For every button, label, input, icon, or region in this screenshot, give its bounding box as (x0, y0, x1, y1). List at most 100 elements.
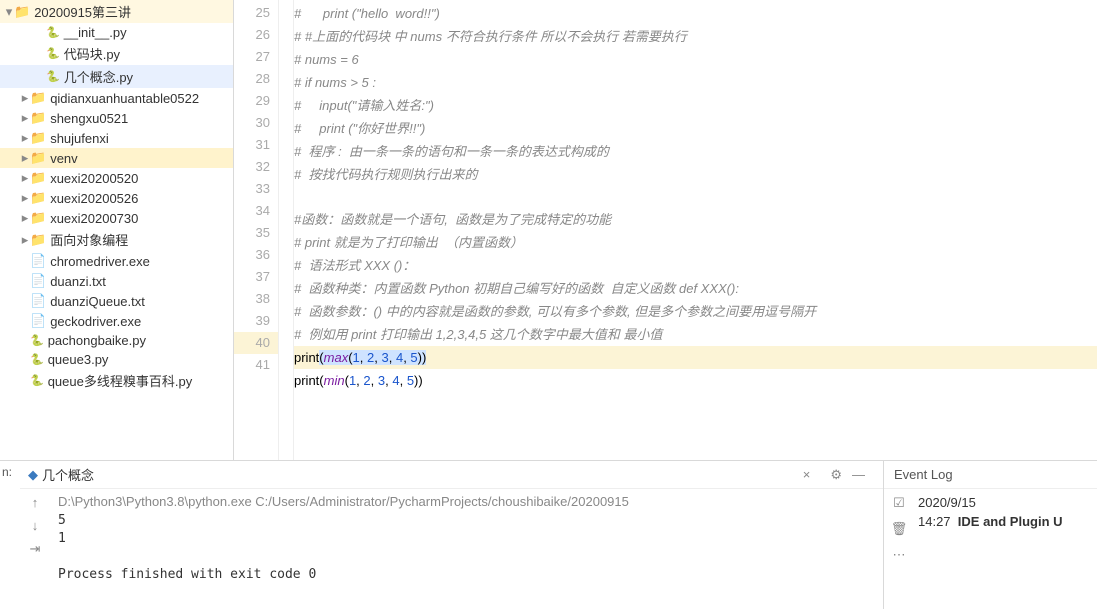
tree-label: 面向对象编程 (50, 230, 128, 249)
tree-label: xuexi20200730 (50, 211, 138, 226)
code-line[interactable]: # #上面的代码块 中 nums 不符合执行条件 所以不会执行 若需要执行 (294, 25, 1097, 48)
code-line[interactable]: # print ("你好世界!!") (294, 117, 1097, 140)
code-editor[interactable]: 2526272829303132333435363738394041 # pri… (234, 0, 1097, 460)
code-line[interactable]: #函数：函数就是一个语句, 函数是为了完成特定的功能 (294, 208, 1097, 231)
chevron-right-icon: ▸ (20, 130, 30, 146)
code-line[interactable]: # 函数参数：() 中的内容就是函数的参数, 可以有多个参数, 但是多个参数之间… (294, 300, 1097, 323)
tree-folder[interactable]: ▸📁xuexi20200730 (0, 208, 233, 228)
folder-icon: 📁 (30, 170, 46, 186)
run-toolbar: ↑ ↓ ⇥ (20, 489, 50, 609)
code-area[interactable]: # print ("hello word!!")# #上面的代码块 中 nums… (294, 0, 1097, 460)
tree-label: venv (50, 151, 77, 166)
code-line[interactable]: # input("请输入姓名:") (294, 94, 1097, 117)
tree-file[interactable]: 📄geckodriver.exe (0, 311, 233, 331)
event-log-content: 2020/9/15 14:27 IDE and Plugin U (914, 489, 1097, 609)
tree-label: qidianxuanhuantable0522 (50, 91, 199, 106)
tree-file[interactable]: 🐍几个概念.py (0, 65, 233, 88)
tree-file[interactable]: 📄chromedriver.exe (0, 251, 233, 271)
file-icon: 📄 (30, 273, 46, 289)
code-line[interactable]: # print 就是为了打印输出 （内置函数） (294, 231, 1097, 254)
code-line[interactable]: # 例如用 print 打印输出 1,2,3,4,5 这几个数字中最大值和 最小… (294, 323, 1097, 346)
event-toolbar: ☑ 🗑 ⋯ (884, 489, 914, 609)
python-file-icon: 🐍 (30, 353, 44, 366)
chevron-right-icon: ▸ (20, 150, 30, 166)
more-icon[interactable]: ⋯ (893, 547, 906, 563)
tree-label: queue3.py (48, 352, 109, 367)
trash-icon[interactable]: 🗑 (891, 521, 908, 537)
run-tab-bar: ◆ 几个概念 × ⚙ — (20, 461, 883, 489)
tree-folder[interactable]: ▸📁 shengxu0521 (0, 108, 233, 128)
tree-file[interactable]: 📄 duanzi.txt (0, 271, 233, 291)
code-line[interactable]: # 函数种类：内置函数 Python 初期自己编写好的函数 自定义函数 def … (294, 277, 1097, 300)
event-date: 2020/9/15 (918, 495, 1093, 510)
event-log-title: Event Log (884, 461, 1097, 489)
event-time: 14:27 (918, 514, 951, 529)
python-file-icon: 🐍 (30, 334, 44, 347)
console-output[interactable]: D:\Python3\Python3.8\python.exe C:/Users… (50, 489, 883, 609)
tree-file[interactable]: 🐍 queue3.py (0, 350, 233, 369)
tree-folder[interactable]: ▸📁 qidianxuanhuantable0522 (0, 88, 233, 108)
python-icon: ◆ (28, 467, 38, 483)
code-line[interactable]: # 程序 : 由一条一条的语句和一条一条的表达式构成的 (294, 140, 1097, 163)
chevron-right-icon: ▸ (20, 190, 30, 206)
tree-label: xuexi20200520 (50, 171, 138, 186)
tree-folder[interactable]: ▸📁面向对象编程 (0, 228, 233, 251)
folder-icon: 📁 (30, 232, 46, 248)
code-line[interactable] (294, 186, 1097, 208)
tree-label: 几个概念.py (64, 67, 133, 86)
tree-label: shengxu0521 (50, 111, 128, 126)
python-file-icon: 🐍 (46, 47, 60, 60)
tree-label: duanzi.txt (50, 274, 106, 289)
minimize-icon[interactable]: — (852, 467, 865, 482)
chevron-right-icon: ▸ (20, 170, 30, 186)
tree-label: pachongbaike.py (48, 333, 146, 348)
folder-icon: 📁 (30, 110, 46, 126)
tree-file[interactable]: 🐍queue多线程糗事百科.py (0, 369, 233, 392)
overflow-icon[interactable]: ⇥ (30, 541, 41, 557)
code-line[interactable]: # print ("hello word!!") (294, 2, 1097, 25)
folder-icon: 📁 (30, 90, 46, 106)
tree-label: chromedriver.exe (50, 254, 150, 269)
tree-folder-root[interactable]: ▾ 📁 20200915第三讲 (0, 0, 233, 23)
tree-folder[interactable]: ▸📁 xuexi20200520 (0, 168, 233, 188)
event-message: IDE and Plugin U (958, 514, 1063, 529)
tree-file[interactable]: 🐍 pachongbaike.py (0, 331, 233, 350)
tree-label: 20200915第三讲 (34, 2, 131, 21)
run-tab-title[interactable]: 几个概念 (42, 465, 803, 484)
gear-icon[interactable]: ⚙ (830, 467, 842, 483)
chevron-right-icon: ▸ (20, 210, 30, 226)
tree-folder[interactable]: ▸📁 venv (0, 148, 233, 168)
up-arrow-icon[interactable]: ↑ (32, 495, 39, 510)
chevron-down-icon: ▾ (4, 4, 14, 20)
run-section-label: n: (0, 461, 20, 609)
folder-icon: 📁 (14, 4, 30, 20)
project-tree[interactable]: ▾ 📁 20200915第三讲 🐍__init__.py🐍代码块.py🐍几个概念… (0, 0, 234, 460)
tree-label: xuexi20200526 (50, 191, 138, 206)
tree-label: __init__.py (64, 25, 127, 40)
down-arrow-icon[interactable]: ↓ (32, 518, 39, 533)
folder-icon: 📁 (30, 130, 46, 146)
tree-label: geckodriver.exe (50, 314, 141, 329)
code-line[interactable]: # if nums > 5 : (294, 71, 1097, 94)
code-line[interactable]: # nums = 6 (294, 48, 1097, 71)
file-icon: 📄 (30, 293, 46, 309)
tree-file[interactable]: 🐍 __init__.py (0, 23, 233, 42)
folder-icon: 📁 (30, 150, 46, 166)
chevron-right-icon: ▸ (20, 232, 30, 248)
tree-folder[interactable]: ▸📁shujufenxi (0, 128, 233, 148)
code-line[interactable]: print(max(1, 2, 3, 4, 5)) (294, 346, 1097, 369)
folder-icon: 📁 (30, 190, 46, 206)
check-icon[interactable]: ☑ (893, 495, 905, 511)
code-line[interactable]: # 按找代码执行规则执行出来的 (294, 163, 1097, 186)
tree-file[interactable]: 📄duanziQueue.txt (0, 291, 233, 311)
python-file-icon: 🐍 (30, 374, 44, 387)
python-file-icon: 🐍 (46, 26, 60, 39)
tree-folder[interactable]: ▸📁 xuexi20200526 (0, 188, 233, 208)
chevron-right-icon: ▸ (20, 110, 30, 126)
code-line[interactable]: print(min(1, 2, 3, 4, 5)) (294, 369, 1097, 392)
tree-label: 代码块.py (64, 44, 120, 63)
code-line[interactable]: # 语法形式 XXX ()： (294, 254, 1097, 277)
tree-file[interactable]: 🐍 代码块.py (0, 42, 233, 65)
close-icon[interactable]: × (803, 467, 811, 482)
chevron-right-icon: ▸ (20, 90, 30, 106)
